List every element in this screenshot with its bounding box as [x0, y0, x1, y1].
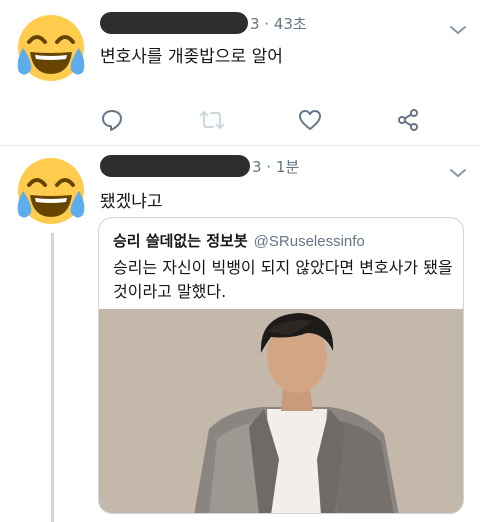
quoted-tweet-text: 승리는 자신이 빅뱅이 되지 않았다면 변호사가 됐을 것이라고 말했다. [113, 258, 453, 301]
tweet[interactable]: 3 · 1분 됐겠냐고 승리 쓸데없는 정보봇 @SRuselessinfo 승리… [0, 147, 480, 522]
retweet-button[interactable] [198, 106, 226, 134]
chevron-down-icon[interactable] [449, 167, 467, 179]
thread-line [51, 233, 54, 522]
tweet-header: 3 · 1분 [100, 155, 299, 177]
tweet-text: 됐겠냐고 [100, 192, 163, 212]
tweet-timestamp[interactable]: 3 · 1분 [252, 156, 299, 177]
tweet-timestamp[interactable]: 3 · 43초 [250, 13, 307, 34]
tweet-actions [98, 106, 438, 136]
quoted-tweet-photo[interactable] [99, 309, 464, 514]
quoted-tweet[interactable]: 승리 쓸데없는 정보봇 @SRuselessinfo 승리는 자신이 빅뱅이 되지… [98, 217, 464, 514]
quoted-author-handle[interactable]: @SRuselessinfo [254, 233, 365, 250]
quoted-tweet-header: 승리 쓸데없는 정보봇 @SRuselessinfo [113, 230, 365, 251]
avatar[interactable] [13, 12, 89, 88]
retweet-icon [199, 110, 225, 130]
redacted-username [100, 12, 248, 34]
tweet[interactable]: 3 · 43초 변호사를 개좆밥으로 알어 [0, 0, 480, 146]
avatar[interactable] [13, 155, 89, 231]
share-button[interactable] [394, 106, 422, 134]
chevron-down-icon[interactable] [449, 24, 467, 36]
like-button[interactable] [296, 106, 324, 134]
reply-icon [102, 110, 122, 131]
reply-button[interactable] [98, 106, 126, 134]
tweet-text: 변호사를 개좆밥으로 알어 [100, 47, 283, 67]
redacted-username [100, 155, 250, 177]
heart-icon [299, 110, 321, 130]
share-icon [398, 109, 418, 131]
quoted-author-name[interactable]: 승리 쓸데없는 정보봇 [113, 232, 248, 250]
tweet-header: 3 · 43초 [100, 12, 307, 34]
